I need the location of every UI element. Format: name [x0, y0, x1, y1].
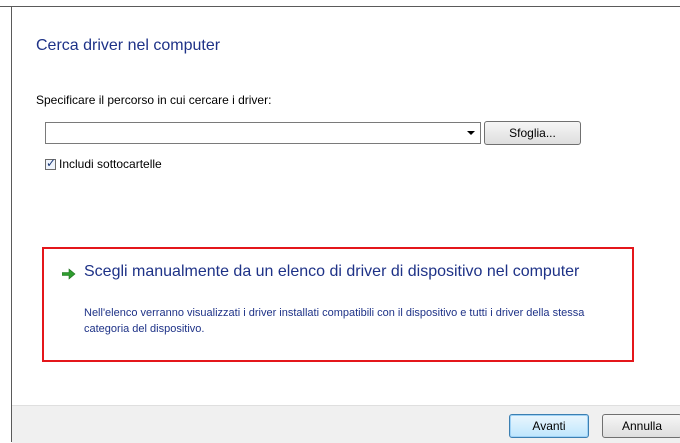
- window-top-border: [0, 0, 680, 7]
- chevron-down-icon[interactable]: [462, 123, 480, 143]
- green-arrow-icon: [62, 268, 76, 280]
- driver-search-dialog: Cerca driver nel computer Specificare il…: [12, 7, 680, 443]
- include-subfolders-row[interactable]: ✓ Includi sottocartelle: [45, 155, 162, 171]
- path-label: Specificare il percorso in cui cercare i…: [36, 93, 272, 107]
- manual-driver-option[interactable]: Scegli manualmente da un elenco di drive…: [42, 247, 634, 362]
- manual-option-title[interactable]: Scegli manualmente da un elenco di drive…: [84, 261, 604, 282]
- dialog-footer: Avanti Annulla: [12, 405, 680, 443]
- next-button[interactable]: Avanti: [509, 414, 589, 438]
- browse-button[interactable]: Sfoglia...: [484, 121, 581, 145]
- cancel-button[interactable]: Annulla: [602, 414, 680, 438]
- path-combobox[interactable]: [45, 122, 481, 144]
- path-input[interactable]: [48, 124, 452, 144]
- include-subfolders-label: Includi sottocartelle: [59, 157, 162, 171]
- manual-option-description: Nell'elenco verranno visualizzati i driv…: [84, 307, 585, 335]
- page-title: Cerca driver nel computer: [36, 37, 221, 54]
- checkmark-icon: ✓: [46, 155, 57, 170]
- include-subfolders-checkbox[interactable]: ✓: [45, 155, 57, 170]
